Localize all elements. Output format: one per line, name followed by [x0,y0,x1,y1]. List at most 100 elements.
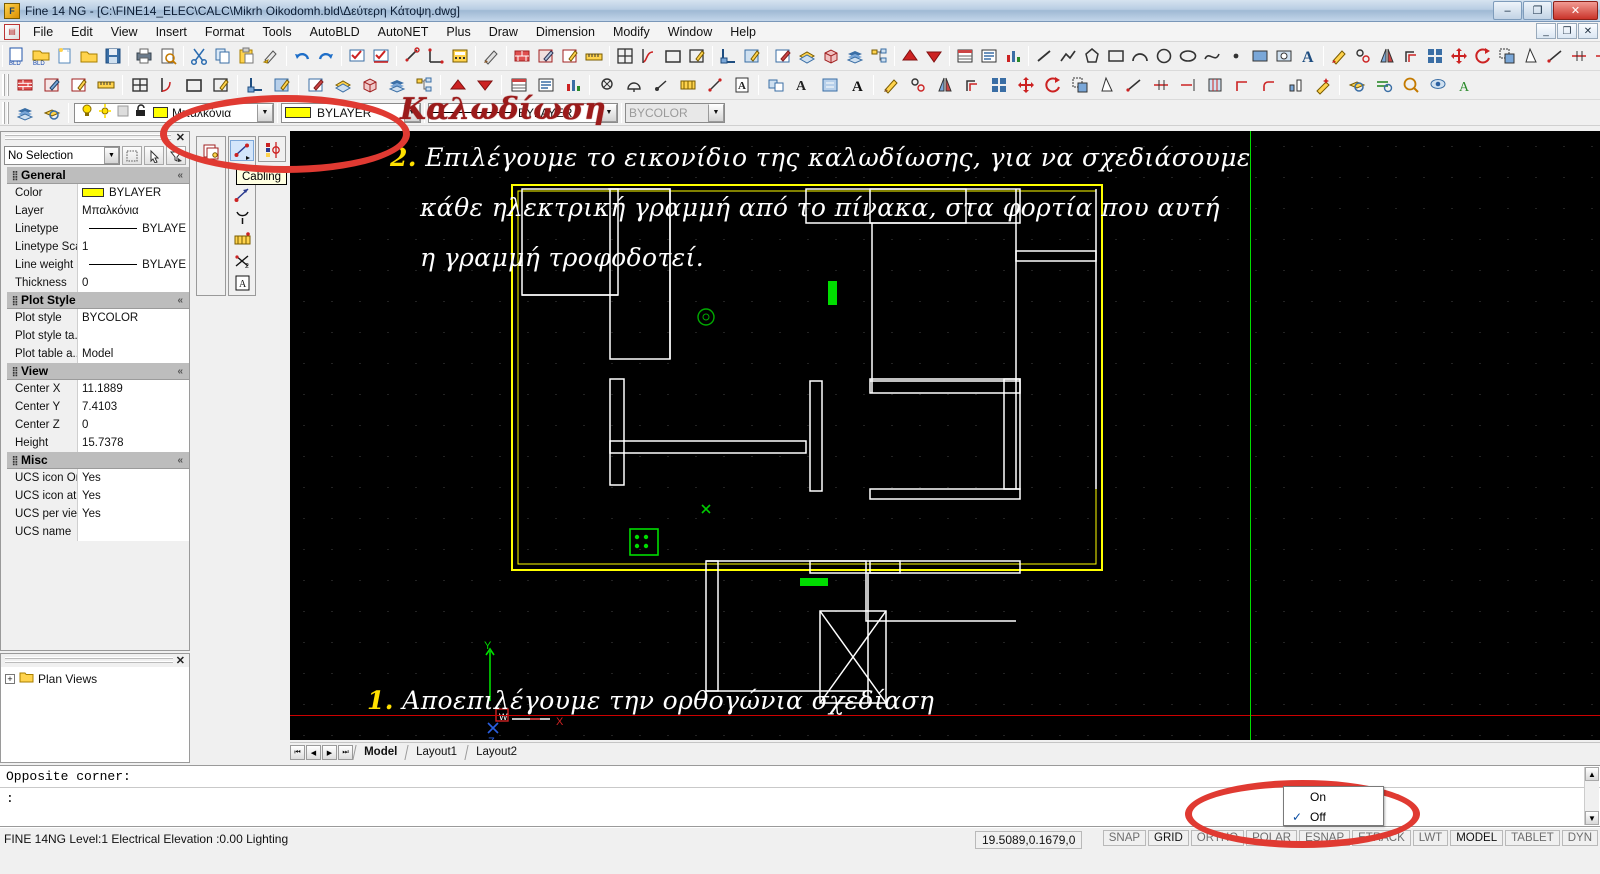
layer-previous-icon[interactable] [39,101,64,125]
text-label-icon[interactable]: A [729,73,754,97]
chevron-collapse-icon[interactable]: « [177,295,183,306]
lengthen-entities-icon[interactable] [1121,73,1146,97]
hatch-icon[interactable] [741,44,763,68]
menu-autobld[interactable]: AutoBLD [301,23,369,41]
rect-draw-icon[interactable] [1105,44,1127,68]
property-row[interactable]: Center Y 7.4103 [7,397,189,416]
paintbrush-icon[interactable] [480,44,502,68]
panel-board-icon[interactable] [230,229,254,250]
offset-icon[interactable] [1400,44,1422,68]
property-value[interactable]: Yes [77,504,189,523]
ortho-context-menu[interactable]: On ✓ Off [1283,786,1384,826]
text-icon[interactable]: A [1297,44,1319,68]
array-icon[interactable] [1424,44,1446,68]
3d-solid-icon[interactable] [357,73,382,97]
chevron-collapse-icon[interactable]: « [177,455,183,466]
up-triangle-icon[interactable] [899,44,921,68]
menu-item-on[interactable]: On [1284,787,1383,807]
palette-grip[interactable] [5,134,171,141]
level-marker-icon[interactable] [242,73,267,97]
quick-select-icon[interactable] [122,146,142,165]
property-row[interactable]: Linetype Scale 1 [7,237,189,256]
plan-views-title-bar[interactable]: ✕ [1,654,189,667]
menu-modify[interactable]: Modify [604,23,659,41]
toolbar-grip[interactable] [2,101,9,124]
rotate-entities-icon[interactable] [1040,73,1065,97]
wand-tool-icon[interactable] [1310,73,1335,97]
block-edit-icon[interactable] [772,44,794,68]
print-preview-icon[interactable] [157,44,179,68]
property-row[interactable]: UCS icon at... Yes [7,486,189,505]
window-rect-icon[interactable] [181,73,206,97]
cable-route-icon[interactable] [702,73,727,97]
check-drawing-icon[interactable] [346,44,368,68]
polyline-icon[interactable] [1057,44,1079,68]
quick-select-filter-icon[interactable] [166,146,186,165]
menu-format[interactable]: Format [196,23,254,41]
mdi-close-button[interactable]: ✕ [1578,23,1598,39]
pick-object-icon[interactable] [144,146,164,165]
group-header-general[interactable]: ⣿ General « [7,167,189,184]
annotate-a-icon[interactable]: A [1452,73,1477,97]
chart-icon[interactable] [1002,44,1024,68]
polygon-icon[interactable] [1081,44,1103,68]
layer-freeze-icon[interactable] [98,103,112,122]
close-button[interactable]: ✕ [1553,1,1598,20]
menu-autonet[interactable]: AutoNET [369,23,438,41]
layer-manager-icon[interactable] [12,101,37,125]
menu-item-off[interactable]: ✓ Off [1284,807,1383,827]
plotstyle-combo[interactable]: BYCOLOR ▼ [625,102,725,123]
level-icon[interactable] [717,44,739,68]
array-entities-icon[interactable] [986,73,1011,97]
trim-icon[interactable] [1568,44,1590,68]
layer-combo-arrow[interactable]: ▼ [257,103,273,122]
layers-stack-icon[interactable] [844,44,866,68]
line-draw-icon[interactable] [1033,44,1055,68]
region-icon[interactable] [1273,44,1295,68]
next-tab-button[interactable]: ▶ [322,745,337,760]
toggle-snap[interactable]: SNAP [1102,830,1147,846]
minimize-button[interactable]: – [1493,1,1522,20]
property-value[interactable] [77,522,189,541]
font-style-icon[interactable]: A [790,73,815,97]
stretch-icon[interactable] [1520,44,1542,68]
group-header-plot-style[interactable]: ⣿ Plot Style « [7,292,189,309]
property-value[interactable]: 15.7378 [77,433,189,452]
brick-wall-icon[interactable] [12,73,37,97]
edit-brush-icon[interactable] [878,73,903,97]
trim-entities-icon[interactable] [1148,73,1173,97]
property-row[interactable]: Color BYLAYER [7,183,189,202]
arc-icon[interactable] [1129,44,1151,68]
toggle-ortho[interactable]: ORTHO [1190,830,1245,846]
toggle-model[interactable]: MODEL [1450,830,1504,846]
redo-icon[interactable] [315,44,337,68]
mdi-minimize-button[interactable]: _ [1536,23,1556,39]
ruler-icon[interactable] [583,44,605,68]
property-row[interactable]: Linetype BYLAYE [7,219,189,238]
prev-tab-button[interactable]: ◀ [306,745,321,760]
dimension-ruler-icon[interactable] [93,73,118,97]
mdi-restore-button[interactable]: ❐ [1557,23,1577,39]
layer-color-swatch[interactable] [153,107,168,118]
move-icon[interactable] [1448,44,1470,68]
view-eye-icon[interactable] [1425,73,1450,97]
menu-plus[interactable]: Plus [437,23,479,41]
last-tab-button[interactable]: ⏭ [338,745,353,760]
properties-list[interactable]: ⣿ General « Color BYLAYER Layer Μπαλκόνι… [1,167,189,650]
scale-icon[interactable] [1496,44,1518,68]
property-value[interactable]: Μπαλκόνια [77,201,189,220]
print-icon[interactable] [133,44,155,68]
switch-icon[interactable] [648,73,673,97]
expand-icon[interactable]: + [5,673,15,684]
layer-stack-icon[interactable] [330,73,355,97]
stretch-entities-icon[interactable] [1094,73,1119,97]
scroll-up-icon[interactable]: ▲ [1585,767,1599,781]
tab-layout2[interactable]: Layout2 [464,745,528,760]
mirror-icon[interactable] [1376,44,1398,68]
cable-arrow-icon[interactable] [230,184,254,205]
property-row[interactable]: Center X 11.1889 [7,379,189,398]
copy-icon[interactable] [212,44,234,68]
scroll-down-icon[interactable]: ▼ [1585,811,1599,825]
drawing-canvas[interactable]: Y Z W X 2. Επιλέγουμε το εικονίδιο της κ… [290,131,1600,740]
move-entities-icon[interactable] [1013,73,1038,97]
